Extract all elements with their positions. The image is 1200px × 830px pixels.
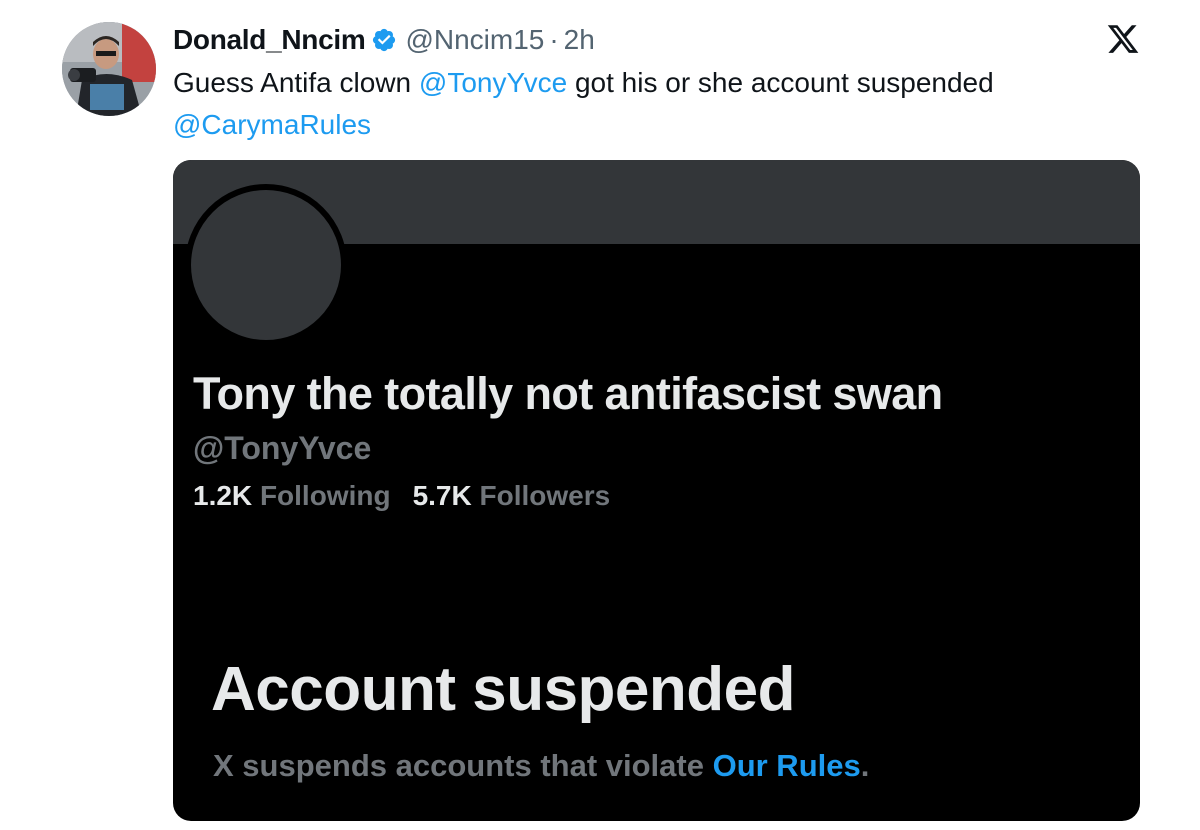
suspended-end: . <box>860 748 870 783</box>
avatar-photo <box>62 22 156 116</box>
suspended-text: X suspends accounts that violate <box>213 748 713 783</box>
profile-handle: @TonyYvce <box>193 430 372 466</box>
tweet-text: Guess Antifa clown @TonyYvce got his or … <box>173 62 1163 146</box>
suspended-title: Account suspended <box>211 655 796 724</box>
followers-stat: 5.7K Followers <box>413 480 611 512</box>
tweet-screenshot: Donald_Nncim @Nncim15 · 2h Guess Antifa … <box>0 0 1200 830</box>
tweet-header: Donald_Nncim @Nncim15 · 2h <box>173 20 595 60</box>
followers-label: Followers <box>479 480 611 511</box>
suspended-profile-image[interactable]: Tony the totally not antifascist swan @T… <box>173 160 1140 821</box>
mention-link-carymarules[interactable]: @CarymaRules <box>173 109 371 140</box>
mention-link-tonyyvce[interactable]: @TonyYvce <box>419 67 567 98</box>
tweet-time[interactable]: 2h <box>564 24 595 56</box>
profile-stats: 1.2K Following 5.7K Followers <box>193 480 610 512</box>
author-name[interactable]: Donald_Nncim <box>173 24 366 56</box>
tweet-text-part: got his or she account suspended <box>567 67 994 98</box>
our-rules-link: Our Rules <box>712 748 861 783</box>
followers-count: 5.7K <box>412 480 472 511</box>
following-label: Following <box>259 480 391 511</box>
separator-dot: · <box>549 24 559 55</box>
following-stat: 1.2K Following <box>193 480 391 512</box>
following-count: 1.2K <box>193 480 253 511</box>
profile-avatar-placeholder <box>185 184 347 346</box>
suspended-message: X suspends accounts that violate Our Rul… <box>213 748 869 784</box>
verified-badge-icon <box>373 28 396 52</box>
profile-name: Tony the totally not antifascist swan <box>193 368 943 419</box>
tweet-text-part: Guess Antifa clown <box>173 67 419 98</box>
author-avatar[interactable] <box>62 22 156 116</box>
x-logo-icon <box>1107 25 1139 53</box>
author-handle[interactable]: @Nncim15 <box>405 24 544 56</box>
